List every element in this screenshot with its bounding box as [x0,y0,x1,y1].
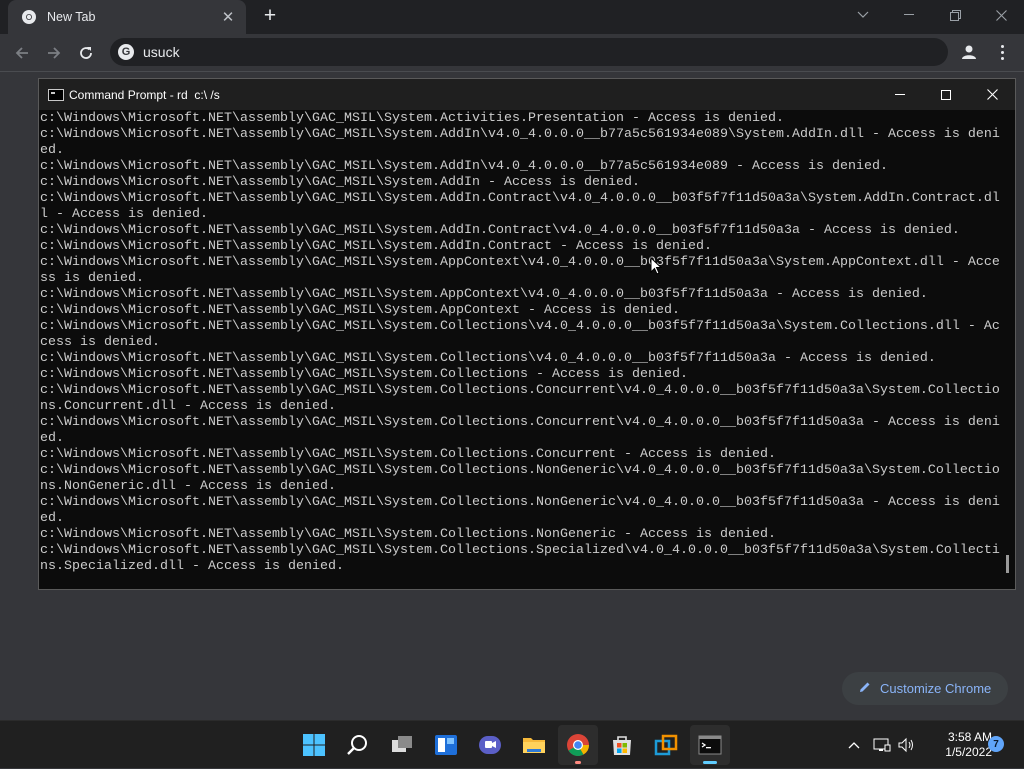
show-hidden-icons-icon[interactable] [842,721,866,769]
cmd-output-line: c:\Windows\Microsoft.NET\assembly\GAC_MS… [40,238,712,253]
browser-toolbar: G usuck [0,34,1024,72]
chrome-running-indicator [575,761,581,764]
task-view-icon[interactable] [382,725,422,765]
start-icon[interactable] [294,725,334,765]
clock-time: 3:58 AM [947,730,992,744]
cmd-output-line: c:\Windows\Microsoft.NET\assembly\GAC_MS… [40,302,680,317]
notification-badge[interactable]: 7 [988,736,1004,752]
cmd-output-line: c:\Windows\Microsoft.NET\assembly\GAC_MS… [40,350,936,365]
cmd-output-line: ed. [40,142,64,157]
teams-chat-icon[interactable] [470,725,510,765]
taskbar: 3:58 AM 1/5/2022 [0,720,1024,768]
cmd-output-line: c:\Windows\Microsoft.NET\assembly\GAC_MS… [40,222,960,237]
cmd-output-line: ss is denied. [40,270,144,285]
mouse-cursor-icon [650,256,663,280]
cmd-output-line: ns.Concurrent.dll - Access is denied. [40,398,336,413]
vmware-icon[interactable] [646,725,686,765]
cmd-output-line: ed. [40,510,64,525]
tab-strip: New Tab ✕ + [0,0,1024,34]
chrome-favicon-icon [21,9,37,25]
tab-new-tab[interactable]: New Tab ✕ [8,0,246,34]
cmd-output-line: c:\Windows\Microsoft.NET\assembly\GAC_MS… [40,158,888,173]
customize-chrome-button[interactable]: Customize Chrome [842,672,1008,705]
cmd-output-line: c:\Windows\Microsoft.NET\assembly\GAC_MS… [40,542,1000,557]
cmd-window-title: Command Prompt - rd c:\ /s [69,87,220,102]
cmd-output-line: cess is denied. [40,334,160,349]
chrome-menu-icon[interactable] [992,41,1012,63]
cmd-output-line: c:\Windows\Microsoft.NET\assembly\GAC_MS… [40,318,1000,333]
file-explorer-icon[interactable] [514,725,554,765]
cmd-output-line: c:\Windows\Microsoft.NET\assembly\GAC_MS… [40,462,1000,477]
restore-icon[interactable] [932,0,978,30]
cmd-output-line: c:\Windows\Microsoft.NET\assembly\GAC_MS… [40,382,1000,397]
cmd-output-line: c:\Windows\Microsoft.NET\assembly\GAC_MS… [40,526,776,541]
command-prompt-window[interactable]: Command Prompt - rd c:\ /s c:\Windows\Mi… [38,78,1016,590]
forward-arrow-icon[interactable] [41,40,67,66]
google-icon: G [118,44,134,60]
cmd-output[interactable]: c:\Windows\Microsoft.NET\assembly\GAC_MS… [40,110,1000,585]
cmd-output-line: c:\Windows\Microsoft.NET\assembly\GAC_MS… [40,446,776,461]
cmd-close-icon[interactable] [969,79,1015,110]
cmd-output-line: c:\Windows\Microsoft.NET\assembly\GAC_MS… [40,254,1000,269]
search-icon[interactable] [338,725,378,765]
cmd-output-line: c:\Windows\Microsoft.NET\assembly\GAC_MS… [40,286,928,301]
pencil-icon [858,680,872,697]
store-icon[interactable] [602,725,642,765]
reload-icon[interactable] [73,40,99,66]
cmd-output-line: c:\Windows\Microsoft.NET\assembly\GAC_MS… [40,494,1000,509]
close-tab-icon[interactable]: ✕ [220,8,236,26]
tab-title: New Tab [47,10,96,24]
minimize-icon[interactable] [886,0,932,30]
address-bar[interactable]: G usuck [110,38,948,66]
profile-icon[interactable] [958,41,980,63]
terminal-active-indicator [703,761,717,764]
cmd-minimize-icon[interactable] [877,79,923,110]
chrome-icon[interactable] [558,725,598,765]
cmd-output-line: ns.Specialized.dll - Access is denied. [40,558,344,573]
network-icon[interactable] [870,721,894,769]
cmd-output-line: c:\Windows\Microsoft.NET\assembly\GAC_MS… [40,190,1000,205]
cmd-app-icon [48,88,64,101]
close-window-icon[interactable] [978,0,1024,30]
volume-icon[interactable] [894,721,918,769]
cmd-output-line: ed. [40,430,64,445]
taskbar-clock[interactable]: 3:58 AM 1/5/2022 [920,730,992,760]
customize-chrome-label: Customize Chrome [880,681,992,696]
tab-search-icon[interactable] [840,0,886,30]
cmd-output-line: c:\Windows\Microsoft.NET\assembly\GAC_MS… [40,174,640,189]
cmd-output-line: c:\Windows\Microsoft.NET\assembly\GAC_MS… [40,414,1000,429]
new-tab-button[interactable]: + [258,5,282,29]
back-arrow-icon[interactable] [9,40,35,66]
cmd-output-line: c:\Windows\Microsoft.NET\assembly\GAC_MS… [40,126,1000,141]
cmd-output-line: l - Access is denied. [40,206,208,221]
cmd-output-line: c:\Windows\Microsoft.NET\assembly\GAC_MS… [40,110,784,125]
cmd-output-line: c:\Windows\Microsoft.NET\assembly\GAC_MS… [40,366,688,381]
cmd-output-line: ns.NonGeneric.dll - Access is denied. [40,478,336,493]
cmd-maximize-icon[interactable] [923,79,969,110]
address-text: usuck [143,44,180,60]
clock-date: 1/5/2022 [945,745,992,759]
widgets-icon[interactable] [426,725,466,765]
terminal-icon[interactable] [690,725,730,765]
cmd-title-bar[interactable]: Command Prompt - rd c:\ /s [39,79,1015,110]
cmd-scrollbar-thumb[interactable] [1006,555,1009,573]
